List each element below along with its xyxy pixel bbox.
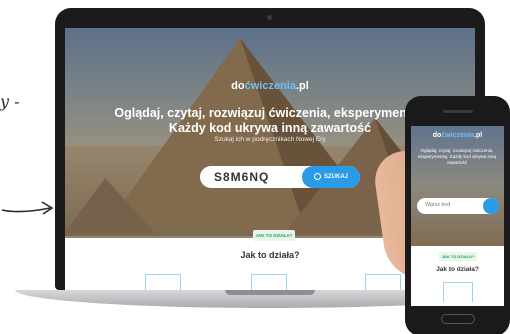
phone-search-button[interactable] <box>483 198 499 214</box>
phone-code-search: Wpisz kod <box>417 198 499 214</box>
phone-book-icon <box>443 282 473 302</box>
phone-site-logo[interactable]: doćwiczenia.pl <box>411 132 504 139</box>
speaker-icon <box>443 110 473 113</box>
book-icon <box>145 274 181 290</box>
camera-icon <box>267 15 272 20</box>
phone-screen: doćwiczenia.pl Oglądaj, czytaj, rozwiązu… <box>411 126 504 306</box>
handwritten-arrow-icon <box>1 201 54 215</box>
phone-hero-text: Oglądaj, czytaj, rozwiązuj ćwiczenia, ek… <box>417 148 497 165</box>
how-it-works-badge: JAK TO DZIAŁA? <box>253 230 295 241</box>
site-logo[interactable]: doćwiczenia.pl <box>65 80 475 92</box>
code-input[interactable]: S8M6NQ <box>214 170 269 184</box>
search-button[interactable]: SZUKAJ <box>302 166 360 188</box>
phone-how-heading: Jak to działa? <box>436 266 479 273</box>
phone-mockup: doćwiczenia.pl Oglądaj, czytaj, rozwiązu… <box>405 96 510 334</box>
handwritten-annotation: y - <box>0 92 20 111</box>
code-search-form: S8M6NQ SZUKAJ <box>200 166 360 188</box>
search-icon <box>313 172 321 180</box>
home-button[interactable] <box>441 314 475 324</box>
phone-code-input[interactable]: Wpisz kod <box>425 202 450 208</box>
phone-how-badge: JAK TO DZIAŁA? <box>439 252 477 261</box>
notebook-icon <box>251 274 287 290</box>
tablet-icon <box>365 274 401 290</box>
